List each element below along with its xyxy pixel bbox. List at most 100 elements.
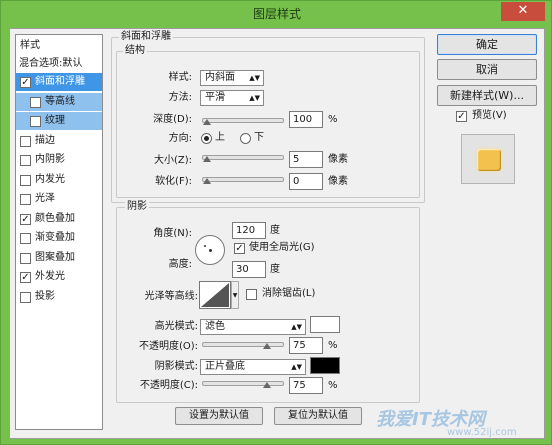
global-light-checkbox[interactable]: ✓	[234, 243, 245, 254]
style-list-item[interactable]: ✓ 颜色叠加	[16, 210, 102, 228]
style-list-item[interactable]: 光泽	[16, 190, 102, 208]
highlight-opacity-slider-thumb[interactable]	[263, 343, 271, 349]
style-list-label: 颜色叠加	[35, 212, 75, 224]
shadow-opacity-slider[interactable]	[202, 381, 284, 386]
style-list-checkbox[interactable]	[20, 291, 31, 303]
method-select[interactable]: 平滑 ▲▼	[200, 90, 264, 106]
altitude-input[interactable]: 30	[232, 261, 266, 278]
direction-up-label: 上	[215, 132, 225, 143]
style-list-item[interactable]: ✓ 斜面和浮雕	[16, 73, 102, 91]
preview-style-square	[477, 149, 501, 171]
cancel-button[interactable]: 取消	[437, 59, 537, 80]
make-default-button[interactable]: 设置为默认值	[175, 407, 263, 425]
highlight-opacity-label: 不透明度(O):	[138, 341, 198, 352]
preview-checkbox[interactable]: ✓	[456, 111, 467, 122]
highlight-opacity-slider[interactable]	[202, 342, 284, 347]
soften-label: 软化(F):	[155, 176, 192, 187]
soften-input[interactable]: 0	[289, 173, 323, 190]
linear-contour-icon	[201, 283, 229, 307]
new-style-button[interactable]: 新建样式(W)...	[437, 85, 537, 106]
style-list-label: 描边	[35, 134, 55, 146]
highlight-opacity-unit: %	[328, 340, 338, 351]
style-list-label: 外发光	[35, 271, 65, 282]
style-list-item[interactable]: 等高线	[16, 92, 102, 111]
size-slider-thumb[interactable]	[203, 156, 211, 162]
size-input[interactable]: 5	[289, 151, 323, 168]
style-list-checkbox[interactable]	[30, 96, 41, 108]
depth-input[interactable]: 100	[289, 111, 323, 128]
style-list-checkbox[interactable]	[20, 135, 31, 147]
depth-slider[interactable]	[202, 118, 284, 123]
gloss-contour-dropdown[interactable]: ▼	[231, 281, 239, 309]
style-list-checkbox[interactable]	[20, 233, 31, 244]
style-list-checkbox[interactable]	[20, 252, 31, 264]
style-select-value: 内斜面	[205, 72, 235, 83]
gloss-contour-label: 光泽等高线:	[144, 291, 198, 302]
shadow-opacity-input[interactable]: 75	[289, 377, 323, 394]
style-list-item[interactable]: 内阴影	[16, 151, 102, 169]
close-button[interactable]: ✕	[501, 2, 545, 21]
shadow-opacity-unit: %	[328, 380, 338, 391]
shadow-color-swatch[interactable]	[310, 357, 340, 374]
style-list-label: 图案叠加	[35, 251, 75, 263]
dialog-window: 图层样式 ✕ 样式 混合选项:默认 ✓ 斜面和浮雕 等高线 纹理 描边 内阴影 内发光 光泽 ✓…	[0, 0, 552, 445]
style-list-item[interactable]: 投影	[16, 288, 102, 306]
soften-unit: 像素	[328, 176, 348, 187]
depth-label: 深度(D):	[153, 114, 192, 125]
reset-default-button[interactable]: 复位为默认值	[274, 407, 362, 425]
blend-options-item[interactable]: 混合选项:默认	[16, 55, 102, 73]
dialog-client: 样式 混合选项:默认 ✓ 斜面和浮雕 等高线 纹理 描边 内阴影 内发光 光泽 ✓ 颜色叠加 渐变叠…	[9, 28, 545, 439]
style-list-item[interactable]: 图案叠加	[16, 249, 102, 267]
shadow-opacity-slider-thumb[interactable]	[263, 382, 271, 388]
style-list-label: 等高线	[45, 95, 75, 107]
highlight-color-swatch[interactable]	[310, 316, 340, 333]
depth-slider-thumb[interactable]	[203, 119, 211, 125]
gloss-contour-picker[interactable]	[199, 281, 231, 309]
style-list-item[interactable]: 内发光	[16, 171, 102, 189]
shadow-mode-label: 阴影模式:	[154, 361, 198, 372]
style-list-header[interactable]: 样式	[16, 37, 102, 55]
dialog-title: 图层样式	[252, 7, 301, 21]
soften-slider-thumb[interactable]	[203, 178, 211, 184]
highlight-mode-select[interactable]: 滤色 ▲▼	[200, 319, 306, 335]
size-unit: 像素	[328, 154, 348, 165]
watermark-url: www.52ij.com	[447, 427, 517, 438]
chevron-updown-icon: ▲▼	[291, 323, 302, 331]
structure-group-title: 结构	[123, 45, 147, 57]
style-list-checkbox[interactable]: ✓	[20, 272, 31, 283]
antialias-checkbox[interactable]	[246, 289, 257, 300]
style-list-label: 投影	[35, 290, 55, 302]
shadow-mode-select-value: 正片叠底	[205, 361, 245, 372]
global-light-label: 使用全局光(G)	[249, 242, 315, 253]
style-list-checkbox[interactable]	[20, 194, 31, 205]
direction-up-radio[interactable]	[201, 133, 212, 144]
chevron-updown-icon: ▲▼	[249, 94, 260, 102]
preview-thumbnail	[461, 134, 515, 184]
method-label: 方法:	[168, 92, 192, 103]
style-list-item[interactable]: 描边	[16, 132, 102, 150]
highlight-mode-label: 高光模式:	[154, 321, 198, 332]
style-list-label: 纹理	[45, 115, 65, 126]
style-list-item[interactable]: 渐变叠加	[16, 229, 102, 247]
style-list-checkbox[interactable]	[20, 155, 31, 166]
style-list-label: 内发光	[35, 173, 65, 185]
style-list-label: 渐变叠加	[35, 232, 75, 243]
shadow-opacity-label: 不透明度(C):	[139, 380, 198, 391]
bevel-group-title: 斜面和浮雕	[119, 31, 173, 43]
style-list-checkbox[interactable]	[30, 116, 41, 127]
shadow-mode-select[interactable]: 正片叠底 ▲▼	[200, 359, 306, 375]
size-slider[interactable]	[202, 155, 284, 160]
angle-dial[interactable]	[195, 235, 225, 265]
soften-slider[interactable]	[202, 177, 284, 182]
style-list-checkbox[interactable]	[20, 174, 31, 186]
style-list-checkbox[interactable]: ✓	[20, 77, 31, 88]
style-select[interactable]: 内斜面 ▲▼	[200, 70, 264, 86]
style-list-item[interactable]: 纹理	[16, 112, 102, 130]
direction-down-radio[interactable]	[240, 133, 251, 144]
angle-input[interactable]: 120	[232, 222, 266, 239]
ok-button[interactable]: 确定	[437, 34, 537, 55]
style-list-checkbox[interactable]: ✓	[20, 213, 31, 225]
style-list-item[interactable]: ✓ 外发光	[16, 268, 102, 286]
direction-label: 方向:	[168, 133, 192, 144]
highlight-opacity-input[interactable]: 75	[289, 337, 323, 354]
